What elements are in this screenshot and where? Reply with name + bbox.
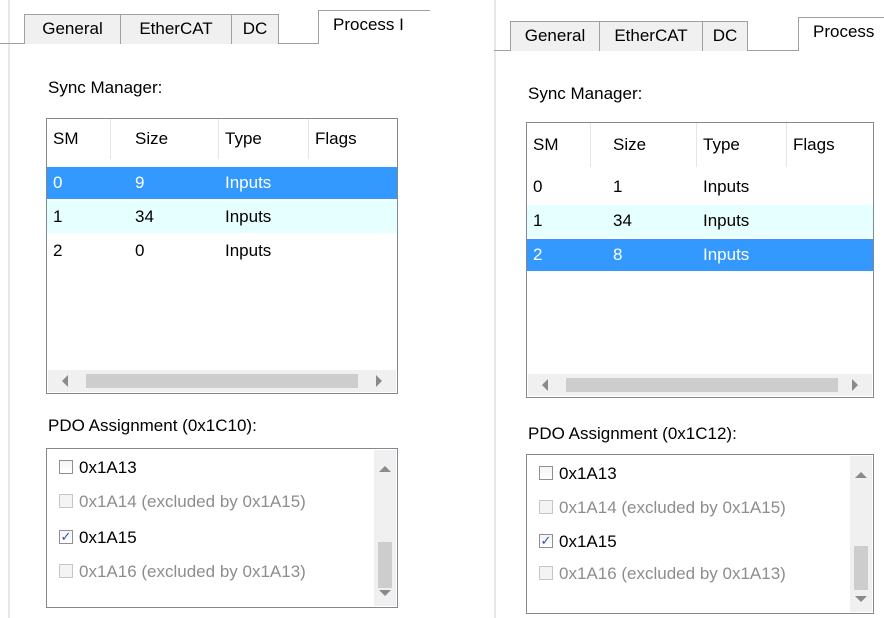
column-header-type[interactable]: Type xyxy=(219,119,309,159)
pdo-item-label: 0x1A15 xyxy=(79,528,137,547)
pdo-item-label: 0x1A13 xyxy=(79,458,137,477)
horizontal-scroll-thumb[interactable] xyxy=(86,374,358,388)
pdo-item-label: 0x1A15 xyxy=(559,532,617,551)
cell-size: 1 xyxy=(613,177,623,196)
checkbox xyxy=(539,566,553,580)
cell-size: 34 xyxy=(135,207,154,226)
pdo-assignment-list[interactable]: 0x1A13 0x1A14 (excluded by 0x1A15) ✓ 0x1… xyxy=(526,454,874,614)
checkbox[interactable] xyxy=(539,466,553,480)
sync-manager-list[interactable]: SM Size Type Flags 0 1 Inputs 1 34 Input… xyxy=(526,122,874,398)
cell-sm: 1 xyxy=(53,207,63,226)
vertical-scroll-thumb[interactable] xyxy=(854,546,868,590)
tab-process-data[interactable]: Process xyxy=(798,17,884,51)
checkbox[interactable]: ✓ xyxy=(539,534,553,548)
tab-dc[interactable]: DC xyxy=(702,21,748,51)
sync-manager-label: Sync Manager: xyxy=(528,84,643,103)
horizontal-scroll-thumb[interactable] xyxy=(566,378,838,392)
scroll-up-arrow-icon[interactable] xyxy=(379,466,391,472)
cell-type: Inputs xyxy=(225,173,272,192)
cell-size: 34 xyxy=(613,211,632,230)
pdo-assignment-label: PDO Assignment (0x1C10): xyxy=(48,416,257,435)
pdo-item-label: 0x1A16 (excluded by 0x1A13) xyxy=(559,564,786,583)
pdo-item-label: 0x1A16 (excluded by 0x1A13) xyxy=(79,562,306,581)
vertical-scroll-thumb[interactable] xyxy=(378,542,392,588)
cell-type: Inputs xyxy=(225,207,272,226)
checkbox[interactable]: ✓ xyxy=(59,530,73,544)
table-row[interactable]: 2 8 Inputs xyxy=(527,239,873,271)
cell-sm: 1 xyxy=(533,211,543,230)
right-dialog-panel: General EtherCAT DC Process Sync Manager… xyxy=(494,0,884,618)
right-panel-edge xyxy=(494,0,496,618)
table-row[interactable]: 1 34 Inputs xyxy=(47,201,397,233)
scroll-left-arrow-icon[interactable] xyxy=(542,379,548,391)
vertical-scrollbar[interactable] xyxy=(374,450,396,606)
horizontal-scrollbar[interactable] xyxy=(48,370,396,392)
cell-type: Inputs xyxy=(225,241,272,260)
pdo-item-label: 0x1A13 xyxy=(559,464,617,483)
cell-type: Inputs xyxy=(703,211,750,230)
checkbox[interactable] xyxy=(59,460,73,474)
sync-manager-header: SM Size Type Flags xyxy=(527,123,873,167)
column-header-size[interactable]: Size xyxy=(129,119,219,159)
column-header-flags[interactable]: Flags xyxy=(787,123,873,167)
scroll-down-arrow-icon[interactable] xyxy=(855,596,867,602)
cell-size: 9 xyxy=(135,173,145,192)
checkbox xyxy=(539,500,553,514)
tab-ethercat[interactable]: EtherCAT xyxy=(599,21,703,51)
horizontal-scrollbar[interactable] xyxy=(528,374,872,396)
scroll-up-arrow-icon[interactable] xyxy=(855,472,867,478)
pdo-assignment-label: PDO Assignment (0x1C12): xyxy=(528,424,737,443)
vertical-scrollbar[interactable] xyxy=(850,456,872,612)
tab-general[interactable]: General xyxy=(24,14,121,44)
left-dialog-panel: General EtherCAT DC Process I Sync Manag… xyxy=(0,0,430,618)
column-header-sm[interactable]: SM xyxy=(47,119,111,159)
cell-size: 8 xyxy=(613,245,623,264)
scroll-right-arrow-icon[interactable] xyxy=(376,375,382,387)
tab-dc[interactable]: DC xyxy=(231,14,279,44)
scroll-right-arrow-icon[interactable] xyxy=(852,379,858,391)
sync-manager-header: SM Size Type Flags xyxy=(47,119,397,159)
cell-sm: 2 xyxy=(53,241,63,260)
checkbox xyxy=(59,494,73,508)
pdo-item-label: 0x1A14 (excluded by 0x1A15) xyxy=(559,498,786,517)
sync-manager-list[interactable]: SM Size Type Flags 0 9 Inputs 1 34 Input… xyxy=(46,118,398,394)
table-row[interactable]: 2 0 Inputs xyxy=(47,235,397,267)
column-header-sm[interactable]: SM xyxy=(527,123,591,167)
cell-size: 0 xyxy=(135,241,145,260)
sync-manager-label: Sync Manager: xyxy=(48,78,163,97)
scroll-down-arrow-icon[interactable] xyxy=(379,590,391,596)
left-panel-edge xyxy=(8,0,10,618)
cell-sm: 0 xyxy=(53,173,63,192)
pdo-item-label: 0x1A14 (excluded by 0x1A15) xyxy=(79,492,306,511)
pdo-assignment-list[interactable]: 0x1A13 0x1A14 (excluded by 0x1A15) ✓ 0x1… xyxy=(46,448,398,608)
column-header-flags[interactable]: Flags xyxy=(309,119,397,159)
checkbox xyxy=(59,564,73,578)
column-header-size[interactable]: Size xyxy=(607,123,697,167)
cell-sm: 2 xyxy=(533,245,543,264)
column-header-type[interactable]: Type xyxy=(697,123,787,167)
table-row[interactable]: 1 34 Inputs xyxy=(527,205,873,237)
tab-ethercat[interactable]: EtherCAT xyxy=(120,14,232,44)
table-row[interactable]: 0 9 Inputs xyxy=(47,167,397,199)
tab-process-data[interactable]: Process I xyxy=(318,10,430,44)
cell-sm: 0 xyxy=(533,177,543,196)
scroll-left-arrow-icon[interactable] xyxy=(62,375,68,387)
tab-general[interactable]: General xyxy=(510,21,600,51)
cell-type: Inputs xyxy=(703,177,750,196)
table-row[interactable]: 0 1 Inputs xyxy=(527,171,873,203)
cell-type: Inputs xyxy=(703,245,750,264)
